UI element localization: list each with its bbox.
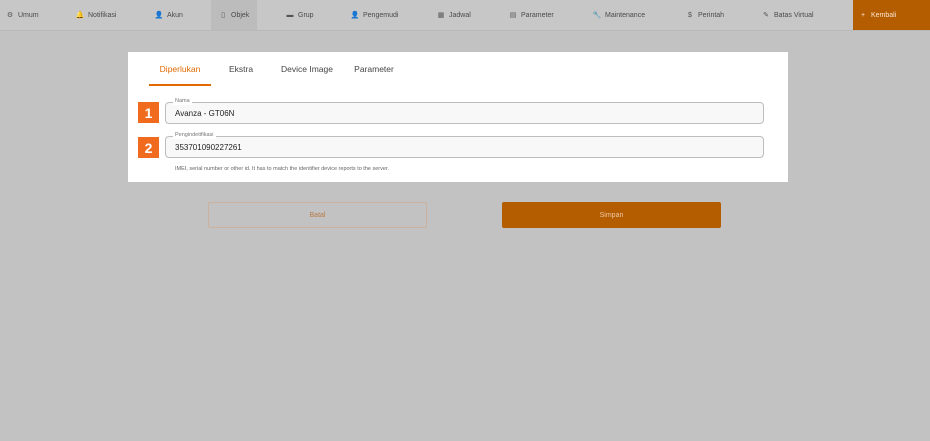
nav-item-parameter[interactable]: ▤ Parameter: [509, 0, 554, 30]
plus-icon: +: [860, 11, 866, 19]
identifier-field[interactable]: Pengindetifikasi 353701090227261: [165, 131, 764, 159]
nav-item-grup[interactable]: ▬ Grup: [286, 0, 314, 30]
bell-icon: 🔔: [75, 12, 85, 19]
nav-label: Batas Virtual: [774, 11, 814, 19]
identifier-field-value[interactable]: 353701090227261: [175, 137, 242, 159]
name-field[interactable]: Nama Avanza - GT06N: [165, 97, 764, 125]
step-badge-1: 1: [138, 102, 159, 123]
nav-item-perintah[interactable]: $ Perintah: [686, 0, 724, 30]
nav-button-kembali[interactable]: + Kembali: [853, 0, 930, 30]
tab-device-image[interactable]: Device Image: [280, 52, 334, 86]
tab-parameter[interactable]: Parameter: [353, 52, 395, 86]
nav-label: Notifikasi: [88, 11, 117, 19]
nav-label: Maintenance: [605, 11, 646, 19]
tab-diperlukan[interactable]: Diperlukan: [149, 52, 211, 86]
wrench-icon: 🔧: [592, 12, 602, 19]
nav-item-akun[interactable]: 👤 Akun: [155, 0, 183, 30]
command-icon: $: [688, 11, 692, 19]
top-navigation-bar: ⚙ Umum 🔔 Notifikasi 👤 Akun ▯ Objek ▬ Gru…: [0, 0, 930, 31]
nav-label: Pengemudi: [363, 11, 399, 19]
nav-label: Objek: [231, 11, 250, 19]
nav-label: Jadwal: [449, 11, 471, 19]
nav-item-batas-virtual[interactable]: ✎ Batas Virtual: [762, 0, 814, 30]
driver-icon: 👤: [350, 12, 360, 19]
nav-item-umum[interactable]: ⚙ Umum: [6, 0, 39, 30]
nav-item-notifikasi[interactable]: 🔔 Notifikasi: [75, 0, 117, 30]
save-button[interactable]: Simpan: [502, 202, 721, 228]
name-field-value[interactable]: Avanza - GT06N: [175, 103, 234, 125]
nav-label: Umum: [18, 11, 39, 19]
gear-icon: ⚙: [6, 12, 14, 19]
nav-label: Akun: [167, 11, 183, 19]
nav-item-objek[interactable]: ▯ Objek: [211, 0, 258, 30]
user-icon: 👤: [154, 12, 164, 19]
device-form-card: Diperlukan Ekstra Device Image Parameter…: [128, 52, 788, 182]
form-tabs: Diperlukan Ekstra Device Image Parameter: [128, 52, 788, 86]
cancel-button[interactable]: Batal: [208, 202, 427, 228]
nav-item-maintenance[interactable]: 🔧 Maintenance: [593, 0, 645, 30]
pencil-icon: ✎: [763, 12, 769, 19]
nav-label: Grup: [298, 11, 314, 19]
active-tab-indicator: [149, 84, 211, 86]
nav-label: Kembali: [871, 11, 897, 19]
tab-ekstra[interactable]: Ekstra: [225, 52, 257, 86]
folder-icon: ▬: [286, 11, 294, 19]
identifier-helper-text: IMEI, serial number or other id. It has …: [175, 166, 389, 172]
nav-item-pengemudi[interactable]: 👤 Pengemudi: [350, 0, 399, 30]
calendar-icon: ▦: [437, 12, 445, 19]
nav-item-jadwal[interactable]: ▦ Jadwal: [437, 0, 471, 30]
device-icon: ▯: [221, 12, 225, 19]
step-badge-2: 2: [138, 137, 159, 158]
parameter-icon: ▤: [509, 12, 517, 19]
nav-label: Parameter: [521, 11, 554, 19]
nav-label: Perintah: [698, 11, 725, 19]
